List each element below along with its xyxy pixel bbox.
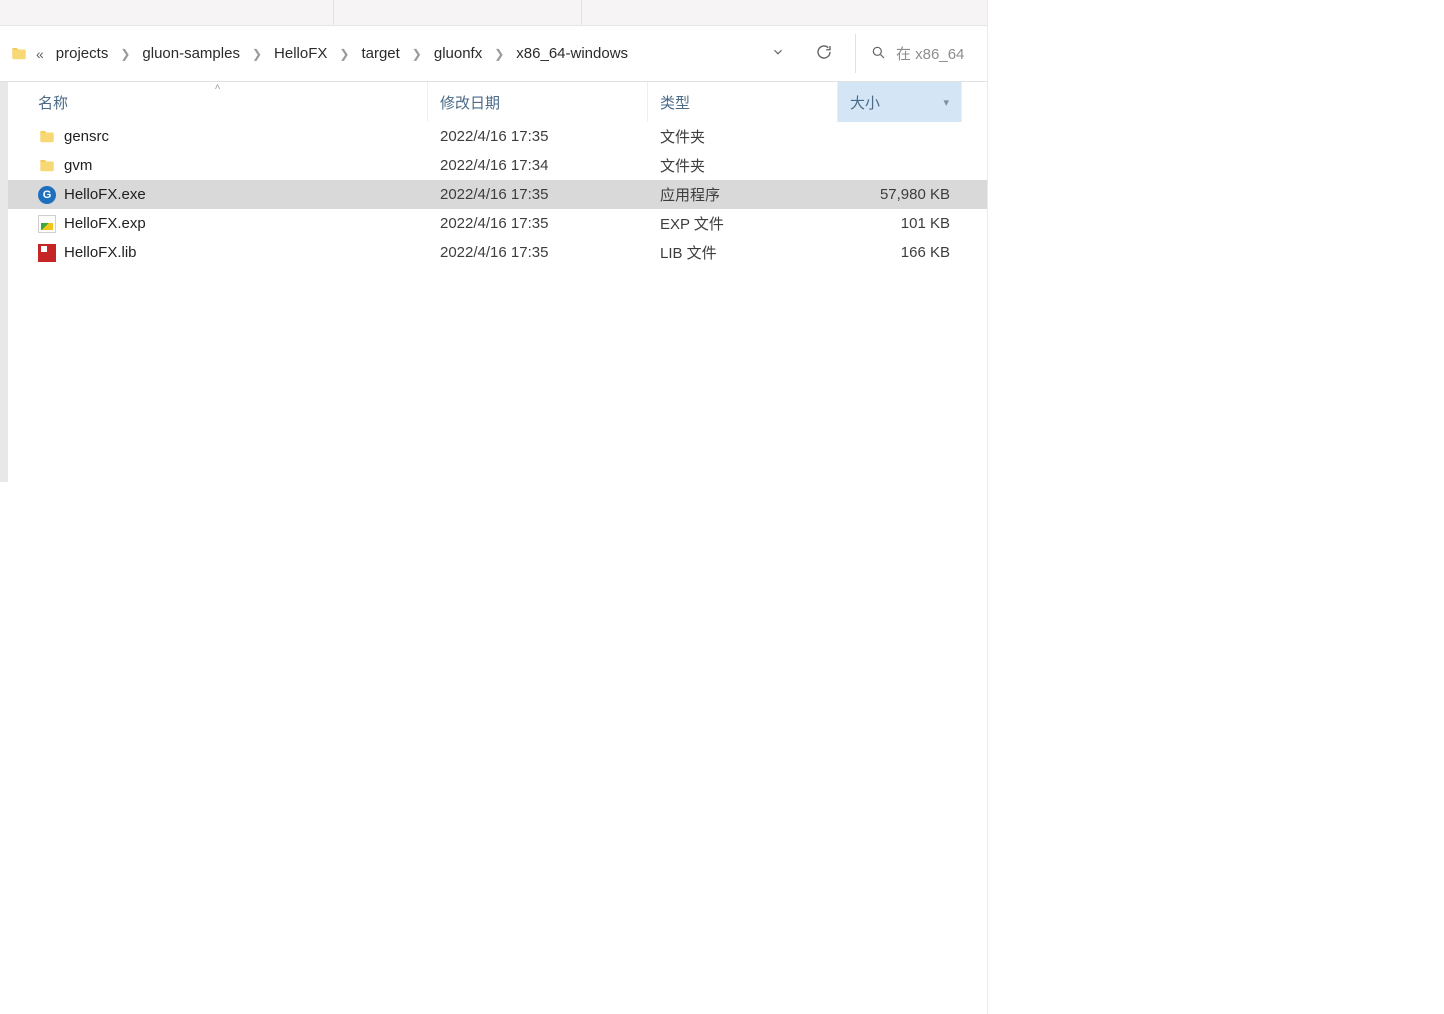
file-date: 2022/4/16 17:35 bbox=[428, 186, 648, 203]
file-name: HelloFX.exp bbox=[64, 215, 146, 232]
file-size: 57,980 KB bbox=[838, 186, 962, 203]
file-name: HelloFX.lib bbox=[64, 244, 137, 261]
column-header-label: 类型 bbox=[660, 92, 690, 113]
left-gutter bbox=[0, 122, 8, 482]
folder-icon bbox=[10, 45, 28, 63]
chevron-down-icon bbox=[771, 45, 785, 63]
file-size: 101 KB bbox=[838, 215, 962, 232]
chevron-right-icon: ❯ bbox=[248, 47, 266, 61]
file-size: 166 KB bbox=[838, 244, 962, 261]
application-icon: G bbox=[38, 186, 56, 204]
column-header-name[interactable]: ˄ 名称 bbox=[8, 82, 428, 122]
breadcrumb-item[interactable]: projects bbox=[50, 39, 115, 68]
ribbon-strip bbox=[0, 0, 987, 26]
column-header-date[interactable]: 修改日期 bbox=[428, 82, 648, 122]
folder-icon bbox=[38, 128, 56, 146]
column-header-label: 修改日期 bbox=[440, 92, 500, 113]
chevron-down-icon: ▾ bbox=[943, 96, 949, 109]
ribbon-segment[interactable] bbox=[334, 0, 582, 25]
search-icon bbox=[870, 44, 886, 64]
refresh-icon bbox=[815, 43, 833, 65]
blank-area bbox=[988, 0, 1444, 1014]
column-header-label: 名称 bbox=[38, 92, 68, 113]
file-date: 2022/4/16 17:35 bbox=[428, 244, 648, 261]
breadcrumb-overflow[interactable]: « bbox=[32, 46, 48, 62]
search-placeholder: 在 x86_64 bbox=[896, 43, 964, 64]
column-header-size[interactable]: 大小 ▾ bbox=[838, 82, 962, 122]
exp-file-icon bbox=[38, 215, 56, 233]
chevron-right-icon: ❯ bbox=[490, 47, 508, 61]
table-row[interactable]: gvm 2022/4/16 17:34文件夹 bbox=[8, 151, 987, 180]
file-name: HelloFX.exe bbox=[64, 186, 146, 203]
ribbon-segment[interactable] bbox=[0, 0, 334, 25]
column-header-label: 大小 bbox=[850, 92, 880, 113]
breadcrumb[interactable]: « projects ❯ gluon-samples ❯ HelloFX ❯ t… bbox=[4, 34, 755, 73]
file-type: 文件夹 bbox=[648, 155, 838, 176]
file-type: 文件夹 bbox=[648, 126, 838, 147]
breadcrumb-item[interactable]: gluon-samples bbox=[136, 39, 246, 68]
table-row[interactable]: gensrc 2022/4/16 17:35文件夹 bbox=[8, 122, 987, 151]
file-type: EXP 文件 bbox=[648, 213, 838, 234]
chevron-right-icon: ❯ bbox=[335, 47, 353, 61]
breadcrumb-item[interactable]: target bbox=[355, 39, 405, 68]
lib-file-icon bbox=[38, 244, 56, 262]
sort-asc-icon: ˄ bbox=[215, 82, 221, 93]
file-type: LIB 文件 bbox=[648, 242, 838, 263]
breadcrumb-item[interactable]: HelloFX bbox=[268, 39, 333, 68]
search-input[interactable]: 在 x86_64 bbox=[855, 34, 987, 73]
breadcrumb-item[interactable]: x86_64-windows bbox=[510, 39, 634, 68]
table-row[interactable]: G HelloFX.exe 2022/4/16 17:35应用程序57,980 KB bbox=[8, 180, 987, 209]
file-date: 2022/4/16 17:34 bbox=[428, 157, 648, 174]
chevron-right-icon: ❯ bbox=[116, 47, 134, 61]
refresh-button[interactable] bbox=[803, 36, 845, 71]
file-name: gensrc bbox=[64, 128, 109, 145]
file-type: 应用程序 bbox=[648, 184, 838, 205]
file-date: 2022/4/16 17:35 bbox=[428, 215, 648, 232]
history-dropdown-button[interactable] bbox=[757, 36, 799, 71]
chevron-right-icon: ❯ bbox=[408, 47, 426, 61]
breadcrumb-item[interactable]: gluonfx bbox=[428, 39, 488, 68]
file-name: gvm bbox=[64, 157, 92, 174]
file-list[interactable]: gensrc2022/4/16 17:35文件夹gvm2022/4/16 17:… bbox=[8, 122, 987, 482]
column-header-type[interactable]: 类型 bbox=[648, 82, 838, 122]
folder-icon bbox=[38, 157, 56, 175]
left-gutter bbox=[0, 82, 8, 122]
table-row[interactable]: HelloFX.exp 2022/4/16 17:35EXP 文件101 KB bbox=[8, 209, 987, 238]
file-date: 2022/4/16 17:35 bbox=[428, 128, 648, 145]
table-row[interactable]: HelloFX.lib 2022/4/16 17:35LIB 文件166 KB bbox=[8, 238, 987, 267]
